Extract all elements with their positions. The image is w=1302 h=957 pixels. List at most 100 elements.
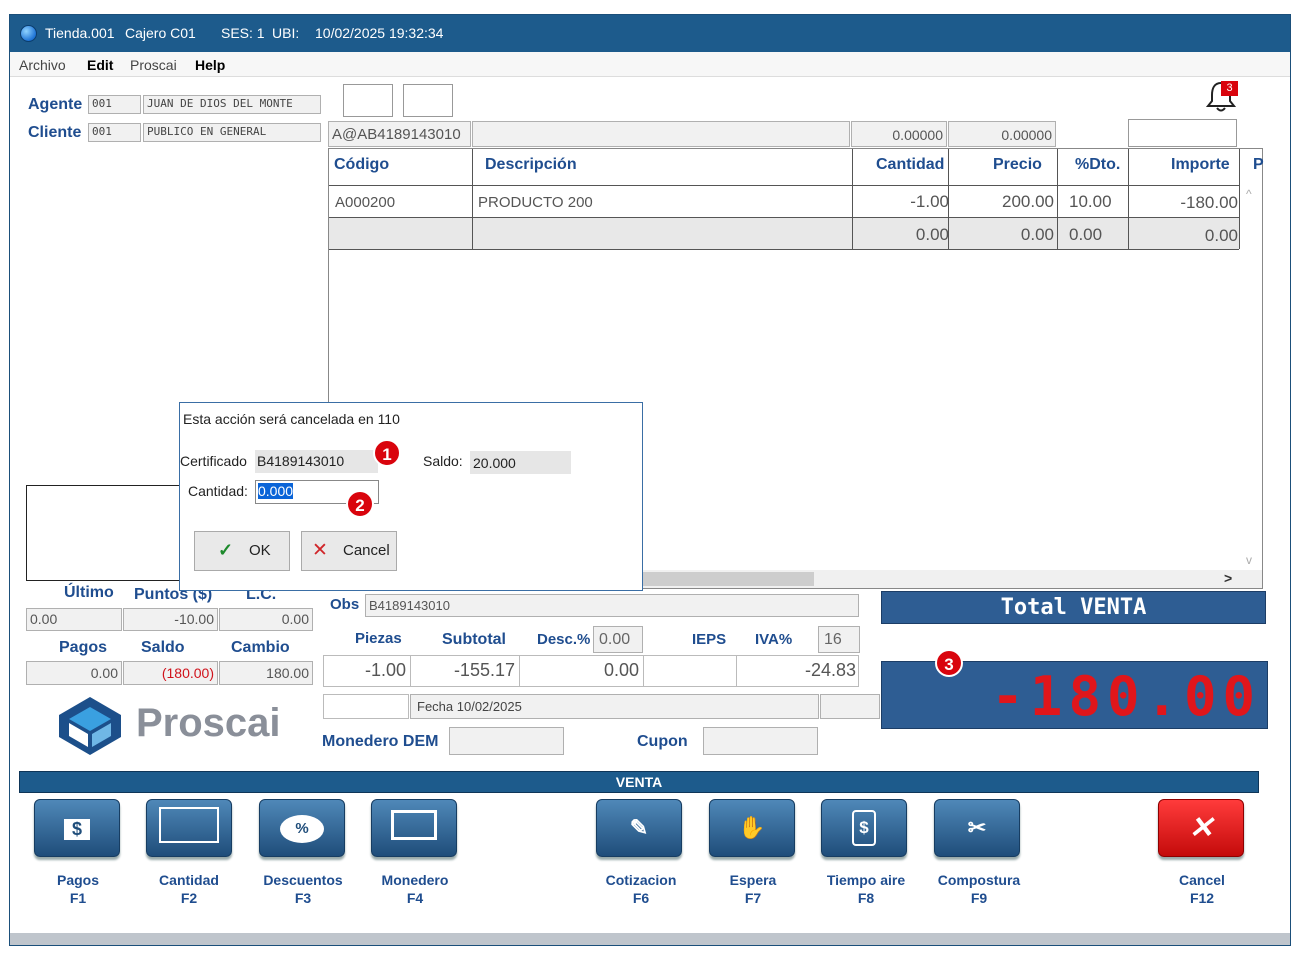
- monedero-f4-label: Monedero F4: [355, 871, 475, 907]
- status-strip: [10, 933, 1290, 945]
- ultimo-label: Último: [64, 584, 114, 601]
- title-bar: Tienda.001 Cajero C01 SES: 1 UBI: 10/02/…: [10, 15, 1290, 52]
- col-header-cantidad[interactable]: Cantidad: [876, 156, 944, 192]
- agente-code-field[interactable]: 001: [88, 95, 141, 114]
- scroll-right-icon[interactable]: >: [1224, 570, 1232, 586]
- iva-value: -24.83: [804, 660, 856, 680]
- app-globe-icon: [20, 25, 37, 42]
- cell-importe: 0.00: [1204, 226, 1238, 245]
- pagos-f1-label: Pagos F1: [18, 871, 138, 907]
- monedero-field[interactable]: [449, 727, 564, 755]
- total-venta-header: Total VENTA: [881, 591, 1266, 624]
- scan-desc-field: [472, 121, 850, 147]
- cantidad-f2-button[interactable]: [146, 799, 232, 857]
- percent-icon: %: [280, 813, 324, 843]
- dialog-message: Esta acción será cancelada en 110: [183, 411, 400, 427]
- fkey-label: Monedero: [381, 872, 449, 888]
- col-header-importe[interactable]: Importe: [1171, 156, 1230, 192]
- agente-label: Agente: [28, 96, 83, 113]
- descuentos-f3-label: Descuentos F3: [243, 871, 363, 907]
- total-venta-amount: -180.00: [991, 665, 1261, 728]
- ok-button[interactable]: ✓ OK: [194, 531, 290, 571]
- ieps-label: IEPS: [692, 631, 727, 648]
- fkey-label: Compostura: [937, 872, 1021, 888]
- title-tienda: Tienda.001: [45, 25, 115, 41]
- menu-archivo[interactable]: Archivo: [19, 57, 66, 73]
- cotizacion-f6-button[interactable]: ✎: [596, 799, 682, 857]
- fecha-field: Fecha 10/02/2025: [410, 694, 819, 719]
- annotation-badge-3: 3: [935, 649, 963, 677]
- cancel-button[interactable]: ✕ Cancel: [301, 531, 397, 571]
- notification-bell[interactable]: 3: [1205, 79, 1255, 115]
- fkey-label: Cancel: [1179, 872, 1225, 888]
- cancel-button-label: Cancel: [343, 542, 390, 559]
- cell-cantidad: -1.00: [910, 192, 949, 211]
- hand-stop-icon: ✋: [738, 815, 766, 840]
- subtotal-label: Subtotal: [442, 631, 506, 648]
- scan-code-field[interactable]: A@AB4189143010: [328, 121, 471, 147]
- cliente-name-field: PUBLICO EN GENERAL: [143, 123, 321, 142]
- table-row-empty-bg: [329, 218, 1239, 249]
- proscai-logo: Proscai: [55, 695, 285, 755]
- saldo-summary-label: Saldo: [141, 639, 185, 656]
- fkey-key: F1: [69, 890, 87, 906]
- cancel-f12-label: Cancel F12: [1142, 871, 1262, 907]
- col-header-precio[interactable]: Precio: [993, 156, 1042, 192]
- obs-field[interactable]: B4189143010: [365, 594, 859, 617]
- fkey-label: Espera: [729, 872, 777, 888]
- total-venta-label: Total VENTA: [1000, 595, 1147, 620]
- espera-f7-label: Espera F7: [693, 871, 813, 907]
- col-header-descripcion[interactable]: Descripción: [485, 156, 577, 192]
- espera-f7-button[interactable]: ✋: [709, 799, 795, 857]
- cancel-f12-button[interactable]: ✕: [1158, 799, 1244, 857]
- cliente-code-field[interactable]: 001: [88, 123, 141, 142]
- customer-info-box: [26, 485, 186, 581]
- tiempo-aire-f8-button[interactable]: $: [821, 799, 907, 857]
- cotizacion-f6-label: Cotizacion F6: [581, 871, 701, 907]
- fkey-label: Descuentos: [263, 872, 343, 888]
- menu-proscai[interactable]: Proscai: [130, 57, 177, 73]
- cliente-label: Cliente: [28, 124, 82, 141]
- card-icon: [391, 810, 437, 846]
- fkey-key: F6: [632, 890, 650, 906]
- pagos-f1-button[interactable]: $: [34, 799, 120, 857]
- vertical-scrollbar[interactable]: ^ v: [1241, 185, 1262, 570]
- dollar-bill-icon: $: [63, 815, 91, 841]
- menu-edit[interactable]: Edit: [87, 57, 113, 73]
- cell-precio: 200.00: [1002, 192, 1054, 211]
- cell-importe: -180.00: [1180, 193, 1238, 212]
- menu-help[interactable]: Help: [195, 57, 225, 73]
- empty-box-1[interactable]: [343, 84, 393, 117]
- check-icon: ✓: [218, 540, 234, 560]
- cantidad-selected-text: 0.000: [258, 483, 294, 499]
- fkey-key: F8: [857, 890, 875, 906]
- phone-dollar-icon: $: [852, 810, 876, 846]
- col-header-codigo[interactable]: Código: [334, 156, 389, 192]
- cupon-field[interactable]: [703, 727, 818, 755]
- certificado-label: Certificado: [180, 453, 247, 469]
- compostura-f9-button[interactable]: ✂: [934, 799, 1020, 857]
- pagos-label: Pagos: [59, 639, 108, 656]
- iva-label: IVA%: [755, 631, 793, 648]
- col-header-dto[interactable]: %Dto.: [1075, 156, 1120, 192]
- scan-val1-field: 0.00000: [851, 121, 947, 147]
- certificate-dialog: Esta acción será cancelada en 110 Certif…: [179, 402, 643, 591]
- totals-row: -1.00 -155.17 0.00 -24.83: [323, 655, 859, 687]
- cupon-label: Cupon: [637, 733, 688, 750]
- scroll-down-icon[interactable]: v: [1246, 553, 1252, 567]
- monedero-f4-button[interactable]: [371, 799, 457, 857]
- scissors-icon: ✂: [967, 815, 987, 840]
- annotation-badge-1: 1: [373, 439, 401, 467]
- cell-cantidad: 0.00: [915, 225, 949, 244]
- scan-extra-field[interactable]: [1128, 119, 1237, 147]
- pos-window: Tienda.001 Cajero C01 SES: 1 UBI: 10/02/…: [9, 14, 1291, 946]
- piezas-value: -1.00: [364, 660, 406, 680]
- cantidad-label: Cantidad:: [188, 483, 248, 499]
- scroll-up-icon[interactable]: ^: [1246, 187, 1252, 201]
- subtotal-value: -155.17: [453, 660, 515, 680]
- fkey-label: Cantidad: [159, 872, 219, 888]
- cambio-label: Cambio: [231, 639, 290, 656]
- descuentos-f3-button[interactable]: %: [259, 799, 345, 857]
- empty-box-2[interactable]: [403, 84, 453, 117]
- fkey-label: Pagos: [56, 872, 99, 888]
